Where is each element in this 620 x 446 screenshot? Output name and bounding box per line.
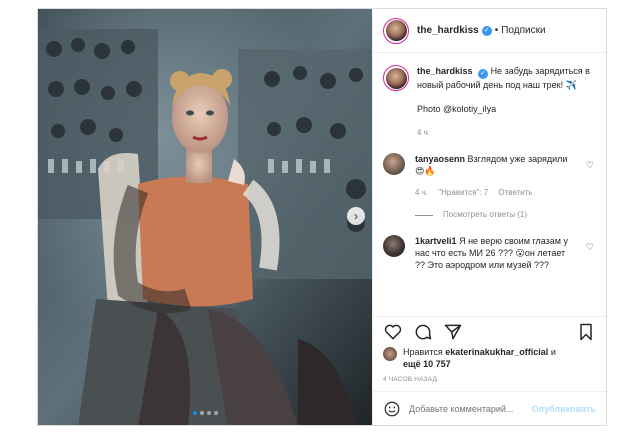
replies-divider bbox=[415, 214, 433, 216]
post-photo-image bbox=[38, 9, 372, 425]
heart-icon[interactable]: ♡ bbox=[586, 241, 594, 253]
comment-icon[interactable] bbox=[413, 322, 433, 342]
avatar[interactable] bbox=[383, 65, 409, 91]
view-replies-label[interactable]: Посмотреть ответы (1) bbox=[443, 209, 527, 221]
avatar[interactable] bbox=[383, 17, 409, 44]
post-card: › the_hardkiss ✓ • Подписки the_hardkiss… bbox=[37, 8, 607, 426]
likes-prefix: Нравится bbox=[403, 347, 443, 357]
share-icon[interactable] bbox=[443, 322, 463, 342]
post-sidebar: the_hardkiss ✓ • Подписки the_hardkiss ✓… bbox=[372, 9, 606, 425]
likes-and: и bbox=[550, 347, 556, 357]
comment-time[interactable]: 4 ч. bbox=[415, 188, 428, 197]
caption-username[interactable]: the_hardkiss bbox=[417, 66, 473, 76]
heart-icon[interactable]: ♡ bbox=[586, 159, 594, 171]
comment-likes[interactable]: "Нравится": 7 bbox=[438, 188, 488, 197]
following-button[interactable]: Подписки bbox=[501, 25, 545, 36]
caption-time[interactable]: 4 ч. bbox=[417, 127, 596, 139]
avatar[interactable] bbox=[383, 235, 405, 257]
add-comment-bar: Опубликовать bbox=[373, 391, 606, 425]
action-bar bbox=[373, 316, 606, 346]
comment-input[interactable] bbox=[409, 403, 532, 414]
comment-username[interactable]: tanyaosenn bbox=[415, 154, 465, 164]
view-replies[interactable]: Посмотреть ответы (1) bbox=[415, 209, 596, 221]
reply-button[interactable]: Ответить bbox=[498, 188, 532, 197]
carousel-indicator bbox=[38, 411, 372, 415]
chevron-right-icon[interactable]: › bbox=[347, 207, 365, 225]
smile-icon[interactable] bbox=[383, 400, 401, 418]
likes-count-link[interactable]: ещё 10 757 bbox=[403, 359, 451, 369]
comment-item: tanyaosenn Взглядом уже зарядили 😍🔥 4 ч.… bbox=[383, 153, 596, 199]
username-link[interactable]: the_hardkiss bbox=[417, 25, 479, 36]
likes-summary: Нравится ekaterinakukhar_official и ещё … bbox=[373, 346, 606, 370]
caption: the_hardkiss ✓ Не забудь зарядиться в но… bbox=[383, 65, 596, 139]
publish-button[interactable]: Опубликовать bbox=[532, 404, 596, 414]
carousel-dot bbox=[206, 411, 211, 415]
separator-dot: • bbox=[494, 25, 499, 36]
post-header: the_hardkiss ✓ • Подписки bbox=[373, 9, 606, 53]
verified-badge-icon: ✓ bbox=[478, 69, 489, 79]
carousel-dot bbox=[192, 411, 197, 415]
bookmark-icon[interactable] bbox=[576, 322, 596, 342]
comments-list[interactable]: the_hardkiss ✓ Не забудь зарядиться в но… bbox=[373, 53, 606, 316]
post-timestamp[interactable]: 4 ЧАСОВ НАЗАД bbox=[373, 370, 606, 391]
avatar[interactable] bbox=[383, 347, 397, 361]
carousel-dot bbox=[199, 411, 204, 415]
verified-badge-icon: ✓ bbox=[481, 25, 492, 36]
likes-user-link[interactable]: ekaterinakukhar_official bbox=[445, 347, 548, 357]
comment-username[interactable]: 1kartveli1 bbox=[415, 236, 457, 246]
post-photo[interactable]: › bbox=[38, 9, 372, 425]
comment-item: 1kartveli1 Я не верю своим глазам у нас … bbox=[383, 235, 596, 271]
avatar[interactable] bbox=[383, 153, 405, 175]
photo-credit[interactable]: Photo @kolotiy_ilya bbox=[417, 103, 596, 115]
heart-icon[interactable] bbox=[383, 322, 403, 342]
carousel-dot bbox=[213, 411, 218, 415]
